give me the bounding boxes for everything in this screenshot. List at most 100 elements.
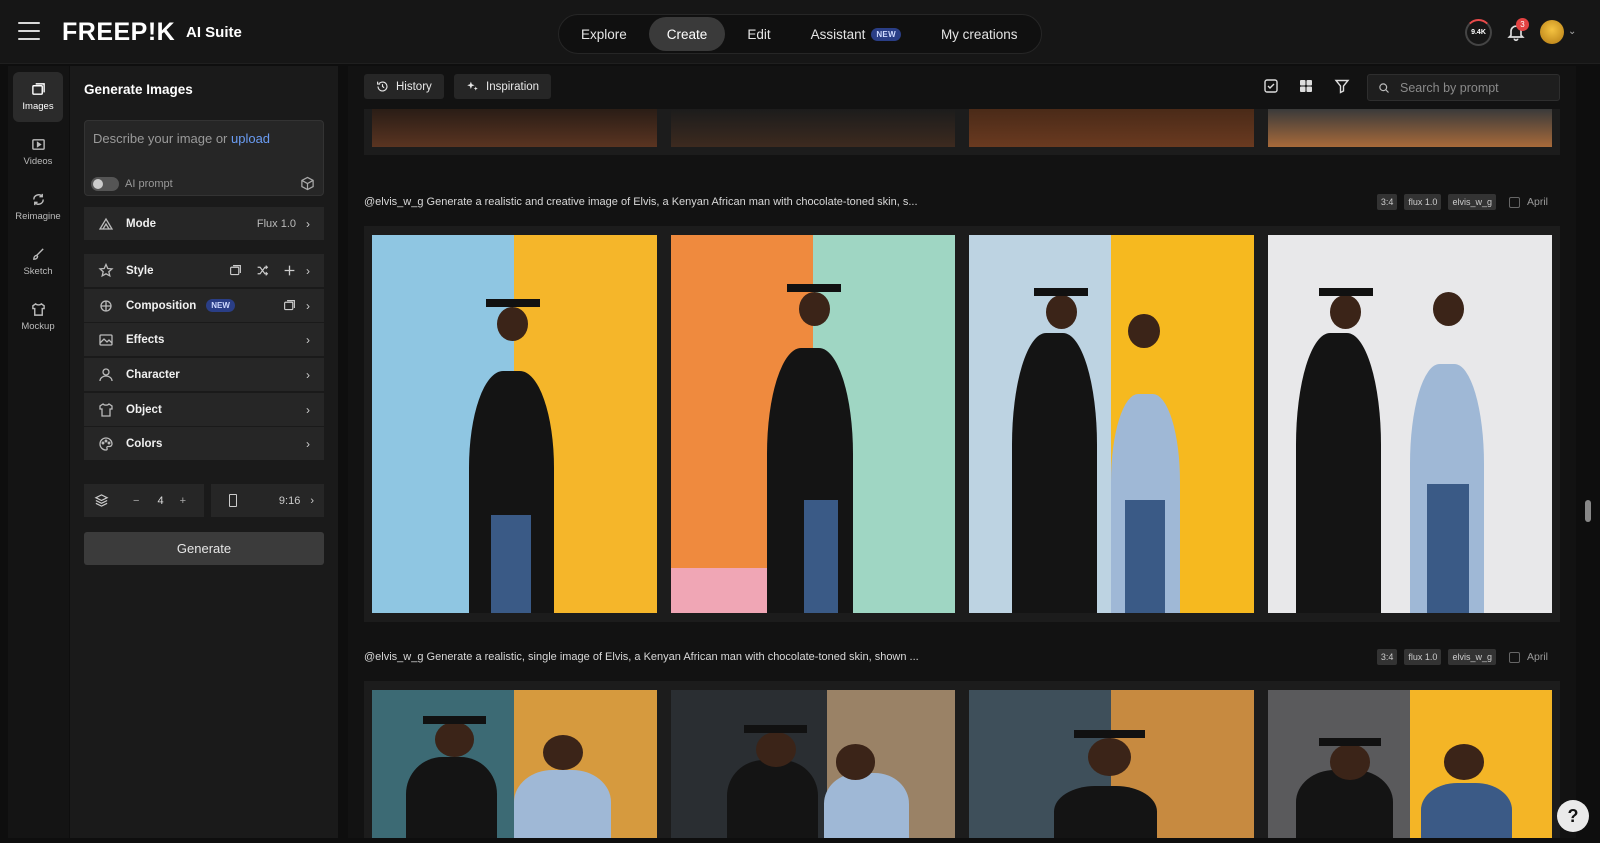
generated-image[interactable] xyxy=(969,109,1254,147)
rail-item-reimagine[interactable]: Reimagine xyxy=(13,182,63,232)
scrollbar-thumb[interactable] xyxy=(1585,500,1591,522)
composition-row[interactable]: Composition NEW › xyxy=(84,289,324,322)
tab-label: Edit xyxy=(747,26,771,42)
group-select-checkbox[interactable] xyxy=(1508,651,1520,663)
ratio-tag: 3:4 xyxy=(1376,649,1398,665)
style-row[interactable]: Style › xyxy=(84,254,324,287)
mode-label: Mode xyxy=(126,217,157,230)
tab-explore[interactable]: Explore xyxy=(563,17,645,51)
tab-edit[interactable]: Edit xyxy=(729,17,788,51)
aspect-ratio-value: 9:16 xyxy=(278,494,301,507)
chevron-down-icon[interactable]: ⌄ xyxy=(1568,26,1578,37)
sparkles-icon xyxy=(467,81,478,91)
prompt-input[interactable]: Describe your image or upload AI prompt xyxy=(84,120,324,196)
brush-icon xyxy=(32,248,44,260)
generated-image[interactable] xyxy=(670,109,955,147)
rail-item-label: Videos xyxy=(23,156,53,167)
composition-tools xyxy=(283,299,296,312)
grid-view-icon[interactable] xyxy=(1298,78,1314,94)
rail-item-mockup[interactable]: Mockup xyxy=(13,292,63,342)
aspect-ratio-select[interactable]: 9:16 › xyxy=(211,484,324,517)
group-header: @elvis_w_g Generate a realistic and crea… xyxy=(364,191,1560,213)
mode-row[interactable]: Mode Flux 1.0 › xyxy=(84,207,324,240)
tool-rail: Images Videos Reimagine Sketch Mockup xyxy=(8,66,69,838)
tab-assistant[interactable]: Assistant NEW xyxy=(793,17,919,51)
ratio-tag: 3:4 xyxy=(1376,194,1398,210)
generate-panel: Generate Images Describe your image or u… xyxy=(70,66,338,838)
inspiration-button[interactable]: Inspiration xyxy=(454,74,552,99)
freepik-logo[interactable]: FREEP!K xyxy=(62,18,175,47)
decrement-button[interactable]: − xyxy=(133,495,139,507)
rail-item-videos[interactable]: Videos xyxy=(13,127,63,177)
panel-title: Generate Images xyxy=(84,82,193,97)
generated-image[interactable] xyxy=(372,109,657,147)
generated-image[interactable] xyxy=(372,235,657,613)
select-checkbox-icon[interactable] xyxy=(1263,78,1279,94)
rail-item-label: Images xyxy=(22,101,54,112)
character-row[interactable]: Character › xyxy=(84,358,324,391)
images-icon xyxy=(31,83,45,95)
group-header: @elvis_w_g Generate a realistic, single … xyxy=(364,646,1560,668)
generated-image[interactable] xyxy=(969,690,1254,838)
tab-create[interactable]: Create xyxy=(648,17,726,51)
search-input[interactable]: Search by prompt xyxy=(1367,74,1560,101)
generated-image[interactable] xyxy=(1267,235,1552,613)
shuffle-icon[interactable] xyxy=(256,264,269,277)
style-tools xyxy=(229,264,296,277)
plus-icon[interactable] xyxy=(283,264,296,277)
character-label: Character xyxy=(126,368,180,381)
rail-item-label: Mockup xyxy=(21,321,55,332)
main-nav: Explore Create Edit Assistant NEW My crea… xyxy=(558,14,1042,54)
tab-my-creations[interactable]: My creations xyxy=(923,17,1036,51)
chevron-right-icon: › xyxy=(306,367,310,382)
generated-image[interactable] xyxy=(969,235,1254,613)
tab-label: Assistant xyxy=(810,26,866,42)
gallery-icon[interactable] xyxy=(229,264,242,277)
image-group xyxy=(364,226,1560,622)
menu-icon[interactable] xyxy=(18,22,40,40)
chevron-right-icon: › xyxy=(306,436,310,451)
mode-icon xyxy=(98,217,114,230)
upload-link[interactable]: upload xyxy=(231,131,270,146)
increment-button[interactable]: + xyxy=(180,495,186,507)
rail-item-images[interactable]: Images xyxy=(13,72,63,122)
group-prompt[interactable]: @elvis_w_g Generate a realistic and crea… xyxy=(364,196,918,208)
user-avatar[interactable] xyxy=(1540,20,1564,44)
group-date: April xyxy=(1526,196,1548,208)
cube-icon[interactable] xyxy=(300,176,315,191)
person-icon xyxy=(99,367,113,381)
filter-icon[interactable] xyxy=(1334,78,1350,94)
effects-row[interactable]: Effects › xyxy=(84,323,324,356)
image-count-stepper: − 4 + xyxy=(84,484,204,517)
colors-row[interactable]: Colors › xyxy=(84,427,324,460)
object-row[interactable]: Object › xyxy=(84,393,324,426)
reimagine-icon xyxy=(32,193,44,206)
results-area: History Inspiration Search by prompt @el… xyxy=(348,66,1576,838)
generated-image[interactable] xyxy=(670,235,955,613)
tab-label: Explore xyxy=(581,26,627,42)
ai-prompt-toggle[interactable] xyxy=(91,177,119,191)
group-prompt[interactable]: @elvis_w_g Generate a realistic, single … xyxy=(364,651,919,663)
help-button[interactable]: ? xyxy=(1557,800,1589,832)
history-button[interactable]: History xyxy=(364,74,444,99)
effects-label: Effects xyxy=(126,333,165,346)
image-group xyxy=(364,681,1560,838)
generated-image[interactable] xyxy=(1267,690,1552,838)
chevron-right-icon: › xyxy=(310,494,314,507)
group-select-checkbox[interactable] xyxy=(1508,196,1520,208)
model-tag: flux 1.0 xyxy=(1404,649,1442,665)
style-icon xyxy=(98,262,114,277)
generated-image[interactable] xyxy=(1267,109,1552,147)
palette-icon xyxy=(99,436,113,451)
history-label: History xyxy=(396,80,432,93)
chevron-right-icon: › xyxy=(306,263,310,278)
rail-item-sketch[interactable]: Sketch xyxy=(13,237,63,287)
credits-indicator[interactable]: 9.4K xyxy=(1465,19,1492,46)
mode-value: Flux 1.0 xyxy=(256,217,296,230)
inspiration-label: Inspiration xyxy=(486,80,540,93)
gallery-icon[interactable] xyxy=(283,299,296,312)
chevron-right-icon: › xyxy=(306,402,310,417)
generated-image[interactable] xyxy=(670,690,955,838)
generated-image[interactable] xyxy=(372,690,657,838)
generate-button[interactable]: Generate xyxy=(84,532,324,565)
